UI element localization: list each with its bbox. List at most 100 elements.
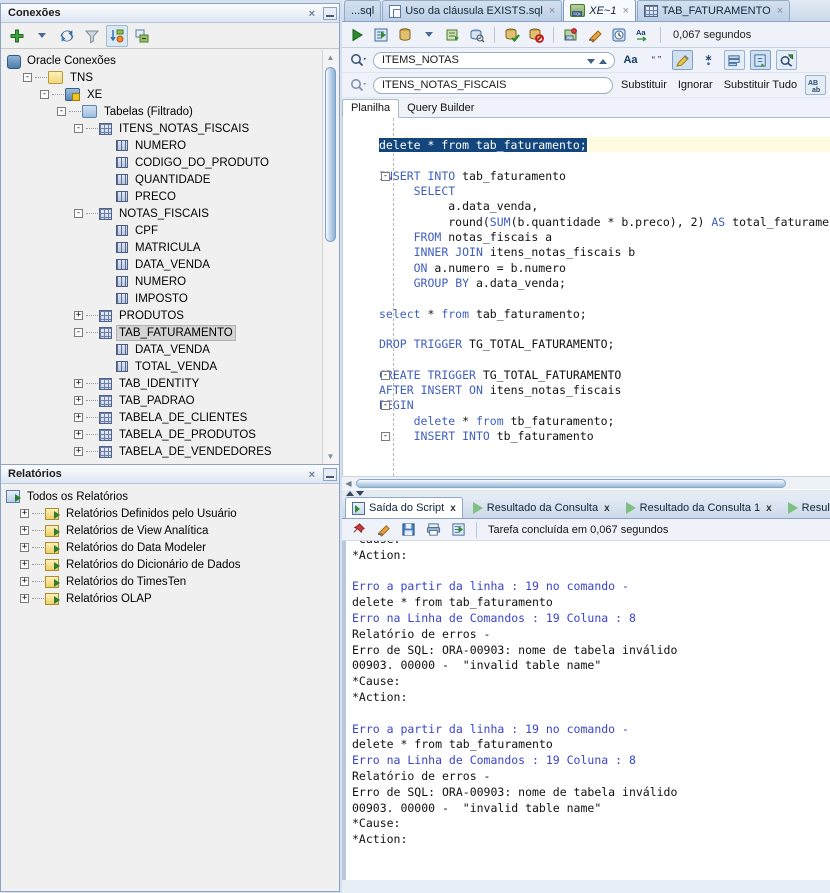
worksheet-tab-strip[interactable]: Planilha Query Builder <box>342 98 830 118</box>
skip-button[interactable]: Ignorar <box>675 79 716 91</box>
tree-item[interactable]: IMPOSTO <box>2 290 322 307</box>
collapse-all-icon[interactable] <box>131 25 153 47</box>
tree-item[interactable]: - ITENS_NOTAS_FISCAIS <box>2 120 322 137</box>
expand-icon[interactable]: + <box>74 311 83 320</box>
tree-item[interactable]: + TAB_PADRAO <box>2 392 322 409</box>
find-prev-icon[interactable] <box>599 58 607 64</box>
tree-item[interactable]: CODIGO_DO_PRODUTO <box>2 154 322 171</box>
rollback-icon[interactable] <box>442 24 464 46</box>
schedule-icon[interactable] <box>608 24 630 46</box>
results-tab-strip[interactable]: Saída do Script x Resultado da Consulta x Re… <box>342 497 830 519</box>
tree-item[interactable]: + Relatórios de View Analítica <box>2 522 338 539</box>
match-case-icon[interactable]: Aa <box>620 50 641 70</box>
close-icon[interactable]: × <box>775 5 783 17</box>
eraser-icon[interactable] <box>584 24 606 46</box>
results-tab[interactable]: Resultado da Consulta 1x <box>620 498 778 518</box>
run-script-icon[interactable] <box>370 24 392 46</box>
tree-item[interactable]: Todos os Relatórios <box>2 488 338 505</box>
expand-icon[interactable]: + <box>74 379 83 388</box>
close-icon[interactable]: x <box>602 503 610 514</box>
worksheet-tab[interactable]: Query Builder <box>399 100 482 117</box>
expand-icon[interactable]: + <box>74 447 83 456</box>
highlight-icon[interactable] <box>672 50 693 70</box>
scroll-left-icon[interactable]: ◀ <box>342 479 355 488</box>
tree-item[interactable]: - XE <box>2 86 322 103</box>
close-icon[interactable]: × <box>620 5 628 17</box>
tree-item[interactable]: DATA_VENDA <box>2 341 322 358</box>
collapse-icon[interactable]: - <box>74 124 83 133</box>
editor-results-splitter[interactable] <box>342 489 830 497</box>
close-icon[interactable]: x <box>764 503 772 514</box>
tree-item[interactable]: - Tabelas (Filtrado) <box>2 103 322 120</box>
collapse-icon[interactable]: - <box>74 328 83 337</box>
replace-input[interactable]: ITENS_NOTAS_FISCAIS <box>373 76 613 94</box>
sql-history-icon[interactable]: SQL <box>560 24 582 46</box>
close-icon[interactable]: × <box>306 8 318 20</box>
pin-icon[interactable] <box>347 519 369 541</box>
editor-tab[interactable]: Uso da cláusula EXISTS.sql × <box>382 0 563 21</box>
tree-item[interactable]: CPF <box>2 222 322 239</box>
search-in-selection-icon[interactable] <box>724 50 745 70</box>
clear-output-icon[interactable] <box>372 519 394 541</box>
tree-item[interactable]: + Relatórios OLAP <box>2 590 338 607</box>
tree-item[interactable]: + TABELA_DE_PRODUTOS <box>2 426 322 443</box>
whole-word-icon[interactable]: “ ” <box>646 50 667 70</box>
tree-item[interactable]: QUANTIDADE <box>2 171 322 188</box>
expand-icon[interactable]: + <box>20 594 29 603</box>
filter-icon[interactable] <box>81 25 103 47</box>
sql-code-editor[interactable]: delete * from tab_faturamento; INSERT INT… <box>342 118 830 476</box>
reports-tree[interactable]: Todos os Relatórios + Relatórios Definidos… <box>2 485 338 890</box>
commit-dropdown-icon[interactable] <box>418 24 440 46</box>
tree-item[interactable]: NUMERO <box>2 137 322 154</box>
expand-icon[interactable]: + <box>20 526 29 535</box>
replace-button[interactable]: Substituir <box>618 79 670 91</box>
worksheet-tab[interactable]: Planilha <box>342 99 400 118</box>
find-options-icon[interactable] <box>776 50 797 70</box>
splitter-down-icon[interactable] <box>356 491 364 496</box>
new-connection-dropdown-icon[interactable] <box>31 25 53 47</box>
editor-tab[interactable]: XE~1× <box>563 0 636 21</box>
expand-icon[interactable]: + <box>20 577 29 586</box>
minimize-icon[interactable] <box>323 468 337 481</box>
scrollbar-thumb[interactable] <box>325 67 336 242</box>
collapse-icon[interactable]: - <box>23 73 32 82</box>
tree-item[interactable]: + TAB_IDENTITY <box>2 375 322 392</box>
commit-check-icon[interactable] <box>501 24 523 46</box>
search-icon[interactable] <box>348 51 368 69</box>
tree-item[interactable]: Oracle Conexões <box>2 52 322 69</box>
results-tab[interactable]: Resulta <box>782 498 830 518</box>
editor-tab[interactable]: ...sql <box>344 0 382 21</box>
scroll-up-icon[interactable]: ▲ <box>323 50 338 65</box>
tree-item[interactable]: + TABELA_DE_VENDEDORES <box>2 443 322 460</box>
fold-collapse-icon[interactable]: - <box>381 370 390 380</box>
expand-icon[interactable]: + <box>74 396 83 405</box>
run-statement-icon[interactable] <box>346 24 368 46</box>
close-icon[interactable]: × <box>547 5 555 17</box>
tree-item[interactable]: + TABELA_DE_CLIENTES <box>2 409 322 426</box>
editor-tab[interactable]: TAB_FATURAMENTO × <box>636 0 791 21</box>
close-icon[interactable]: × <box>306 469 318 481</box>
preserve-case-icon[interactable]: AB ab <box>805 75 827 95</box>
expand-icon[interactable]: + <box>74 413 83 422</box>
rollback-cancel-icon[interactable] <box>525 24 547 46</box>
explain-plan-icon[interactable] <box>466 24 488 46</box>
minimize-icon[interactable] <box>323 7 337 20</box>
connections-scrollbar[interactable]: ▲ ▼ <box>322 50 338 464</box>
sql-code-text[interactable]: delete * from tab_faturamento; INSERT INT… <box>379 118 830 476</box>
results-tab[interactable]: Saída do Script x <box>345 497 463 518</box>
replace-all-button[interactable]: Substituir Tudo <box>721 79 800 91</box>
expand-icon[interactable]: + <box>74 430 83 439</box>
wrap-search-icon[interactable] <box>750 50 771 70</box>
sort-icon[interactable] <box>106 24 128 47</box>
tree-item[interactable]: + Relatórios do Dicionário de Dados <box>2 556 338 573</box>
find-input[interactable]: ITEMS_NOTAS <box>373 51 615 69</box>
fold-collapse-icon[interactable]: - <box>381 401 390 411</box>
commit-icon[interactable] <box>394 24 416 46</box>
hscrollbar-thumb[interactable] <box>356 479 786 488</box>
expand-icon[interactable]: + <box>20 509 29 518</box>
tree-item[interactable]: DATA_VENDA <box>2 256 322 273</box>
splitter-up-icon[interactable] <box>346 491 354 496</box>
close-icon[interactable]: x <box>448 503 456 514</box>
connections-tree[interactable]: Oracle Conexões - TNS - XE - Tabelas (Filtrado… <box>2 50 322 464</box>
tree-item[interactable]: - TNS <box>2 69 322 86</box>
